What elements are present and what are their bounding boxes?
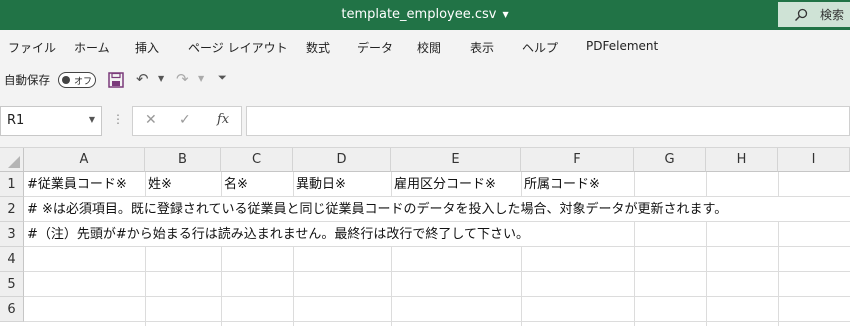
grid-line xyxy=(24,321,850,322)
toggle-knob xyxy=(62,76,70,84)
tab-insert[interactable]: 挿入 xyxy=(135,39,159,56)
column-header-f[interactable]: F xyxy=(521,148,634,172)
insert-function-icon[interactable]: fx xyxy=(217,112,229,127)
quick-access-toolbar: 自動保存 オフ ↶ ▼ ↷ ▼ ⏷ xyxy=(0,62,850,98)
cell-d1[interactable]: 異動日※ xyxy=(293,172,391,197)
save-icon[interactable] xyxy=(108,72,124,88)
enter-icon[interactable]: ✓ xyxy=(179,112,191,128)
customize-toolbar-icon[interactable]: ⏷ xyxy=(218,71,227,85)
cell-a2[interactable]: # ※は必須項目。既に登録されている従業員と同じ従業員コードのデータを投入した場… xyxy=(24,197,850,222)
more-options-icon[interactable]: ⋮ xyxy=(112,112,124,126)
name-box[interactable]: R1 ▼ xyxy=(0,106,102,136)
undo-dropdown-icon[interactable]: ▼ xyxy=(158,74,164,83)
cell-f1[interactable]: 所属コード※ xyxy=(521,172,634,197)
select-all-triangle-icon xyxy=(8,156,20,168)
cell-a3[interactable]: #（注）先頭が#から始まる行は読み込まれません。最終行は改行で終了して下さい。 xyxy=(24,222,850,247)
search-box[interactable]: 検索 xyxy=(778,2,850,27)
name-box-value: R1 xyxy=(7,113,25,128)
cell-e1[interactable]: 雇用区分コード※ xyxy=(391,172,521,197)
chevron-down-icon: ▼ xyxy=(502,10,509,19)
autosave-label: 自動保存 xyxy=(4,73,50,87)
undo-icon[interactable]: ↶ xyxy=(136,70,149,88)
window-title[interactable]: template_employee.csv ▼ xyxy=(0,7,850,22)
row-header-1[interactable]: 1 xyxy=(0,172,24,197)
row-header-3[interactable]: 3 xyxy=(0,222,24,247)
spreadsheet-grid[interactable]: A B C D E F G H I 1 2 3 4 5 6 #従業員コード※ 姓… xyxy=(0,148,850,326)
column-header-i[interactable]: I xyxy=(778,148,850,172)
tab-formulas[interactable]: 数式 xyxy=(306,39,330,56)
cell-b1[interactable]: 姓※ xyxy=(145,172,221,197)
title-bar: template_employee.csv ▼ 検索 xyxy=(0,0,850,30)
column-header-c[interactable]: C xyxy=(221,148,293,172)
tab-pdfelement[interactable]: PDFelement xyxy=(586,39,658,53)
grid-line xyxy=(24,296,850,297)
column-header-b[interactable]: B xyxy=(145,148,221,172)
tab-home[interactable]: ホーム xyxy=(74,39,110,56)
row-header-4[interactable]: 4 xyxy=(0,247,24,272)
column-header-d[interactable]: D xyxy=(293,148,391,172)
redo-icon[interactable]: ↷ xyxy=(176,70,189,88)
tab-help[interactable]: ヘルプ xyxy=(522,39,558,56)
formula-buttons: ✕ ✓ fx xyxy=(132,106,242,136)
grid-line xyxy=(24,271,850,272)
ribbon-tabs: ファイル ホーム 挿入 ページ レイアウト 数式 データ 校閲 表示 ヘルプ P… xyxy=(0,30,850,62)
autosave-state: オフ xyxy=(74,77,93,87)
column-header-e[interactable]: E xyxy=(391,148,521,172)
cell-c1[interactable]: 名※ xyxy=(221,172,293,197)
column-header-g[interactable]: G xyxy=(634,148,706,172)
row-header-6[interactable]: 6 xyxy=(0,297,24,322)
column-header-h[interactable]: H xyxy=(706,148,778,172)
select-all-button[interactable] xyxy=(0,148,24,172)
autosave-toggle[interactable]: オフ xyxy=(58,72,96,88)
cell-a1[interactable]: #従業員コード※ xyxy=(24,172,145,197)
cancel-icon[interactable]: ✕ xyxy=(145,112,157,128)
column-header-a[interactable]: A xyxy=(24,148,145,172)
formula-input[interactable] xyxy=(246,106,850,136)
formula-bar: R1 ▼ ⋮ ✕ ✓ fx xyxy=(0,98,850,148)
chevron-down-icon[interactable]: ▼ xyxy=(89,115,95,124)
search-icon xyxy=(795,8,808,21)
tab-file[interactable]: ファイル xyxy=(8,39,56,56)
window-title-text: template_employee.csv xyxy=(341,7,497,22)
row-header-2[interactable]: 2 xyxy=(0,197,24,222)
tab-view[interactable]: 表示 xyxy=(470,39,494,56)
tab-review[interactable]: 校閲 xyxy=(417,39,441,56)
tab-data[interactable]: データ xyxy=(357,39,393,56)
row-header-5[interactable]: 5 xyxy=(0,272,24,297)
tab-page-layout[interactable]: ページ レイアウト xyxy=(188,39,288,56)
search-label: 検索 xyxy=(820,8,845,22)
redo-dropdown-icon[interactable]: ▼ xyxy=(198,74,204,83)
